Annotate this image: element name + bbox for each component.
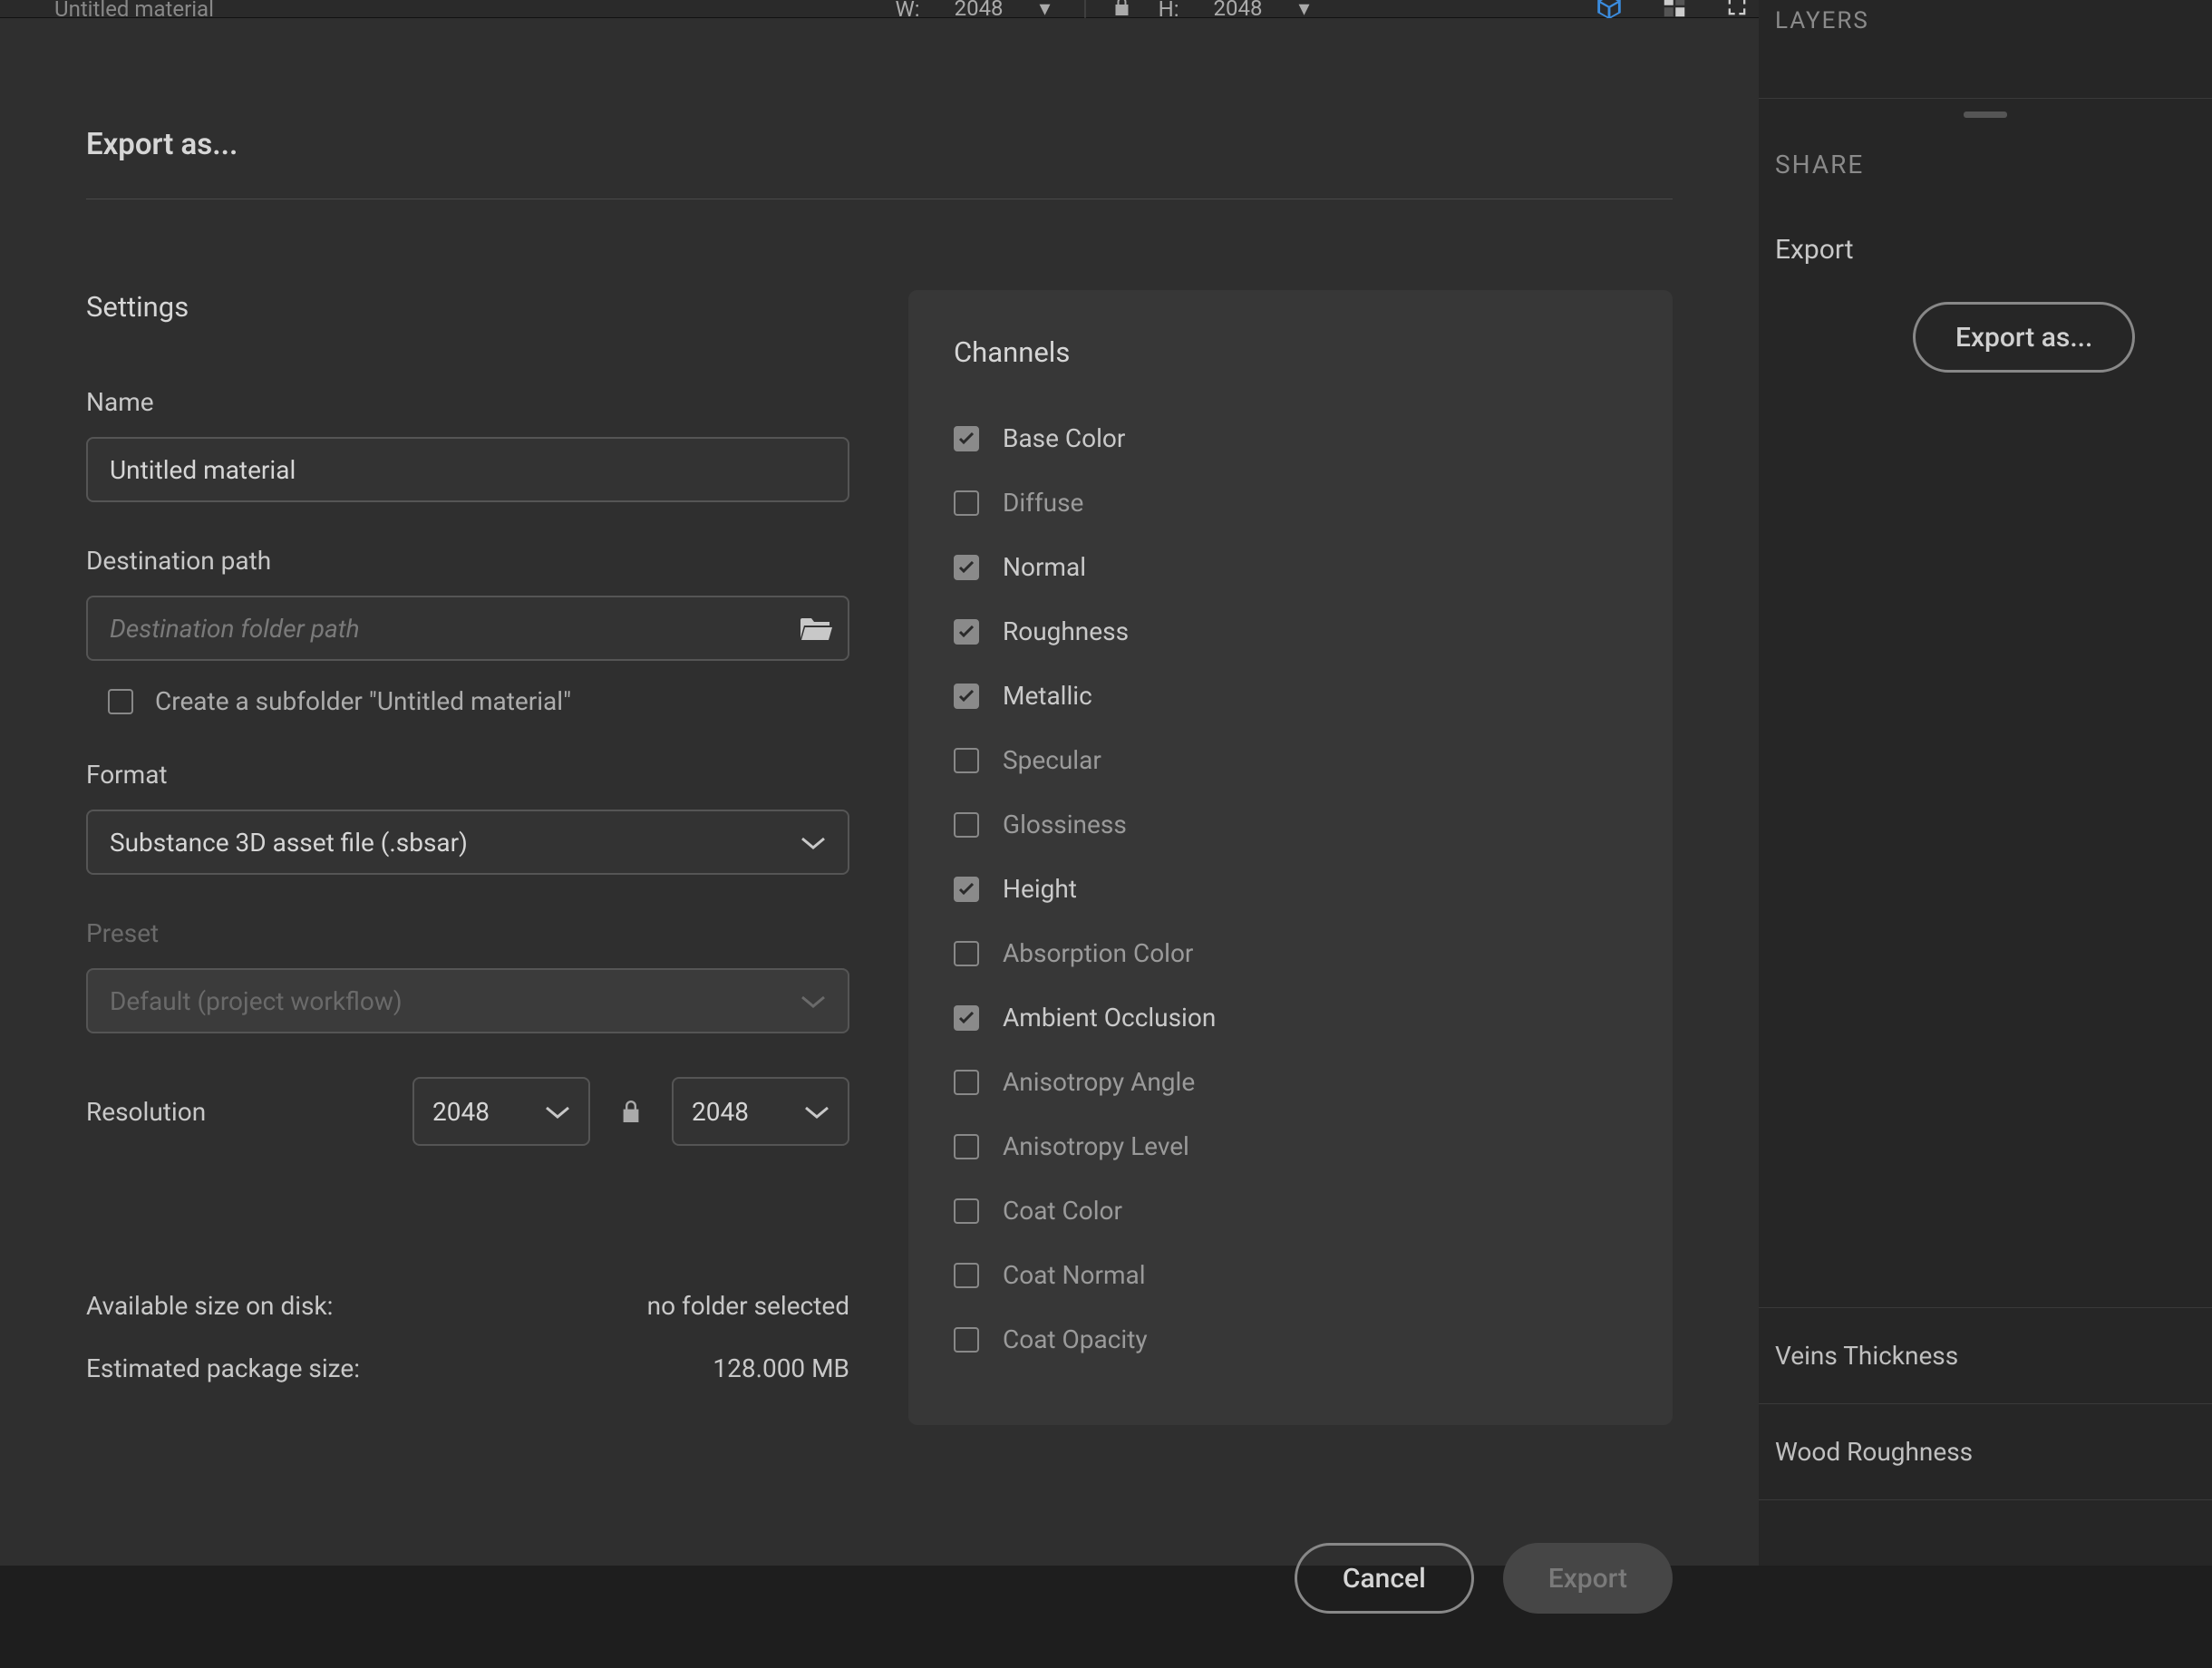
format-select[interactable]: Substance 3D asset file (.sbsar) <box>86 810 849 875</box>
channel-label: Roughness <box>1003 616 1129 646</box>
destination-input[interactable] <box>86 596 849 661</box>
folder-open-icon[interactable] <box>799 615 833 642</box>
resolution-label: Resolution <box>86 1097 385 1127</box>
package-size-value: 128.000 MB <box>713 1353 849 1383</box>
resolution-h-value: 2048 <box>692 1097 749 1127</box>
property-row[interactable]: Veins Thickness <box>1759 1307 2212 1403</box>
channel-item[interactable]: Roughness <box>954 616 1627 646</box>
channel-checkbox[interactable] <box>954 1134 979 1159</box>
resolution-w-select[interactable]: 2048 <box>412 1077 590 1146</box>
chevron-down-icon <box>545 1097 570 1127</box>
settings-column: Settings Name Destination path <box>86 290 854 1425</box>
right-panel: LAYERS SHARE Export Export as... Veins T… <box>1759 0 2212 1566</box>
channel-checkbox[interactable] <box>954 1263 979 1288</box>
channel-checkbox[interactable] <box>954 555 979 580</box>
channel-label: Ambient Occlusion <box>1003 1003 1216 1033</box>
layers-panel-header: LAYERS <box>1759 0 2212 62</box>
format-value: Substance 3D asset file (.sbsar) <box>110 828 468 858</box>
channel-item[interactable]: Anisotropy Angle <box>954 1067 1627 1097</box>
channels-list: Base Color Diffuse Normal Roughness Metallic… <box>954 423 1627 1354</box>
subfolder-checkbox[interactable] <box>108 689 133 714</box>
channel-item[interactable]: Coat Opacity <box>954 1324 1627 1354</box>
channel-label: Absorption Color <box>1003 938 1193 968</box>
subfolder-label: Create a subfolder "Untitled material" <box>155 686 571 716</box>
preset-value: Default (project workflow) <box>110 986 403 1016</box>
channel-item[interactable]: Coat Normal <box>954 1260 1627 1290</box>
cancel-button[interactable]: Cancel <box>1295 1543 1474 1614</box>
chevron-down-icon <box>804 1097 830 1127</box>
channel-checkbox[interactable] <box>954 426 979 451</box>
channels-column: Channels Base Color Diffuse Normal Roughnes… <box>908 290 1673 1425</box>
channel-checkbox[interactable] <box>954 812 979 838</box>
channel-item[interactable]: Metallic <box>954 681 1627 711</box>
channel-checkbox[interactable] <box>954 1005 979 1031</box>
disk-size-value: no folder selected <box>647 1291 849 1321</box>
channel-label: Diffuse <box>1003 488 1083 518</box>
package-size-label: Estimated package size: <box>86 1353 360 1383</box>
channel-checkbox[interactable] <box>954 1198 979 1224</box>
channel-label: Specular <box>1003 745 1101 775</box>
channel-item[interactable]: Normal <box>954 552 1627 582</box>
channel-label: Glossiness <box>1003 810 1127 839</box>
properties-list: Veins Thickness Wood Roughness <box>1759 1307 2212 1566</box>
channel-item[interactable]: Diffuse <box>954 488 1627 518</box>
channel-label: Anisotropy Level <box>1003 1131 1189 1161</box>
property-row[interactable]: Wood Roughness <box>1759 1403 2212 1499</box>
channel-label: Coat Opacity <box>1003 1324 1148 1354</box>
channel-item[interactable]: Absorption Color <box>954 938 1627 968</box>
channel-label: Metallic <box>1003 681 1092 711</box>
channel-checkbox[interactable] <box>954 941 979 966</box>
export-as-button[interactable]: Export as... <box>1913 302 2135 373</box>
resolution-w-value: 2048 <box>432 1097 490 1127</box>
channel-checkbox[interactable] <box>954 684 979 709</box>
name-input[interactable] <box>86 437 849 502</box>
channel-item[interactable]: Base Color <box>954 423 1627 453</box>
preset-select: Default (project workflow) <box>86 968 849 1033</box>
resolution-h-select[interactable]: 2048 <box>672 1077 849 1146</box>
disk-size-label: Available size on disk: <box>86 1291 333 1321</box>
channel-item[interactable]: Glossiness <box>954 810 1627 839</box>
settings-title: Settings <box>86 290 854 324</box>
chevron-down-icon <box>800 986 826 1016</box>
channel-checkbox[interactable] <box>954 619 979 645</box>
channel-checkbox[interactable] <box>954 1327 979 1353</box>
panel-drag-handle[interactable] <box>1964 112 2007 118</box>
chevron-down-icon <box>800 828 826 858</box>
channel-label: Coat Color <box>1003 1196 1122 1226</box>
channel-label: Height <box>1003 874 1077 904</box>
export-button: Export <box>1503 1543 1673 1614</box>
channel-label: Coat Normal <box>1003 1260 1146 1290</box>
preset-label: Preset <box>86 918 854 948</box>
dialog-title: Export as... <box>86 127 1673 199</box>
channel-item[interactable]: Height <box>954 874 1627 904</box>
channel-checkbox[interactable] <box>954 877 979 902</box>
channel-label: Base Color <box>1003 423 1125 453</box>
separator <box>1085 0 1086 18</box>
destination-label: Destination path <box>86 546 854 576</box>
channel-checkbox[interactable] <box>954 1070 979 1095</box>
name-label: Name <box>86 387 854 417</box>
format-label: Format <box>86 760 854 790</box>
subfolder-checkbox-row[interactable]: Create a subfolder "Untitled material" <box>108 686 854 716</box>
channel-label: Normal <box>1003 552 1086 582</box>
channels-title: Channels <box>954 335 1627 369</box>
channel-item[interactable]: Anisotropy Level <box>954 1131 1627 1161</box>
export-dialog: Export as... Settings Name Destination p… <box>0 18 1759 1668</box>
channel-item[interactable]: Specular <box>954 745 1627 775</box>
channel-item[interactable]: Coat Color <box>954 1196 1627 1226</box>
channel-label: Anisotropy Angle <box>1003 1067 1195 1097</box>
resolution-lock-icon[interactable] <box>617 1098 645 1125</box>
export-section-label: Export <box>1759 234 2212 302</box>
channel-item[interactable]: Ambient Occlusion <box>954 1003 1627 1033</box>
channel-checkbox[interactable] <box>954 748 979 773</box>
property-row[interactable] <box>1759 1499 2212 1566</box>
share-panel-header: SHARE <box>1759 150 2212 234</box>
channel-checkbox[interactable] <box>954 490 979 516</box>
